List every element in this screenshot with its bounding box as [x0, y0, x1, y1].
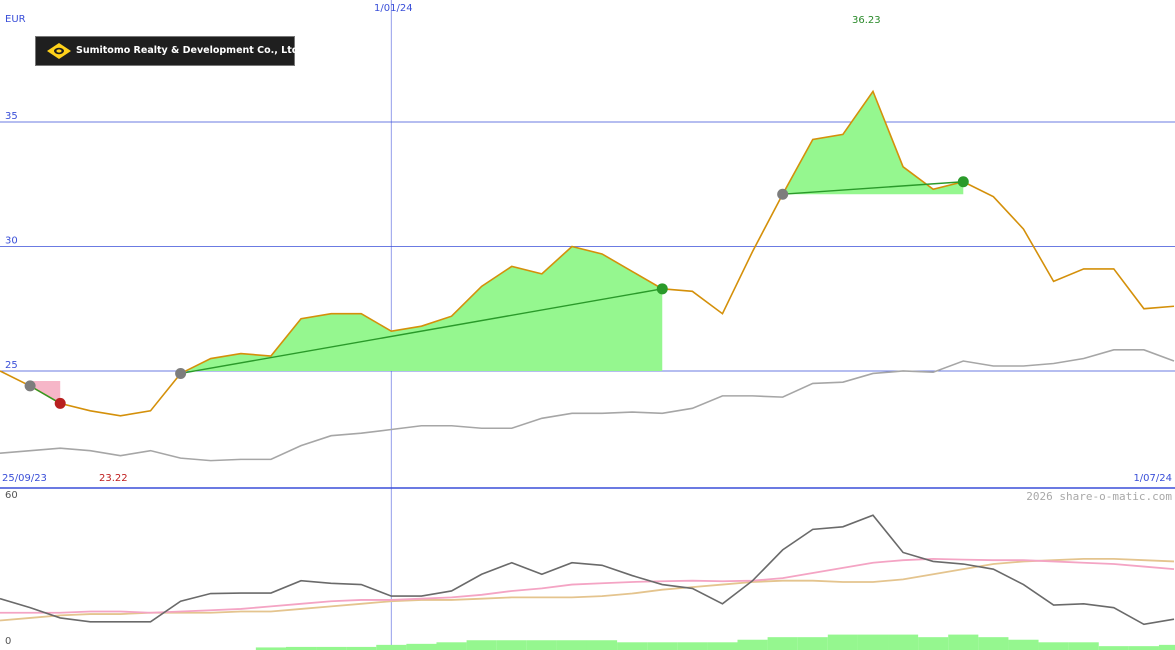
volume-bar	[526, 640, 557, 650]
volume-bar	[888, 634, 919, 650]
company-logo: Sumitomo Realty & Development Co., Ltd.	[35, 36, 302, 66]
volume-bar	[677, 642, 708, 650]
currency-label: EUR	[5, 14, 26, 25]
volume-bar	[406, 643, 437, 650]
trend-start-marker-1	[777, 188, 789, 200]
volume-bar	[948, 634, 979, 650]
volume-bar	[586, 640, 618, 650]
oscillator-panel	[0, 514, 1175, 650]
max-value-label: 36.23	[852, 15, 881, 26]
volume-bar	[496, 640, 527, 650]
volume-bar	[376, 644, 407, 650]
volume-bar	[1008, 639, 1039, 650]
volume-bar	[827, 634, 858, 650]
volume-bar	[918, 637, 949, 650]
volume-bar	[556, 640, 588, 650]
trend-end-marker-0	[656, 283, 668, 295]
volume-bar	[737, 639, 768, 650]
site-credit: 2026 share-o-matic.com	[1026, 490, 1172, 503]
volume-bar	[978, 637, 1009, 650]
trend-end-marker-2	[54, 397, 66, 409]
y-tick-label-25: 25	[5, 360, 18, 371]
logo-diamond-icon	[47, 43, 71, 59]
y-tick-label-35: 35	[5, 111, 18, 122]
mid-date-label: 1/01/24	[374, 3, 413, 14]
osc-top-label: 60	[5, 490, 18, 501]
chart: 25 30 35	[0, 0, 1175, 650]
volume-bar	[797, 637, 828, 650]
volume-bar	[857, 634, 889, 650]
trend-start-marker-2	[24, 380, 36, 392]
oscillator-line	[0, 514, 1175, 626]
volume-bar	[767, 637, 798, 650]
gain-region-1	[782, 91, 964, 195]
volume-bar	[1158, 644, 1175, 650]
volume-bar	[617, 642, 648, 650]
volume-bar	[1128, 646, 1159, 650]
volume-bar	[466, 640, 497, 650]
volume-bar	[1098, 646, 1129, 650]
price-panel: 25 30 35	[0, 0, 1175, 650]
volume-bar	[647, 642, 678, 650]
company-name: Sumitomo Realty & Development Co., Ltd.	[76, 45, 303, 56]
osc-bottom-label: 0	[5, 636, 12, 647]
min-value-label: 23.22	[99, 473, 128, 484]
volume-bar	[436, 642, 467, 650]
start-date-label: 25/09/23	[2, 473, 47, 484]
volume-bar	[1068, 642, 1099, 650]
trend-end-marker-1	[957, 176, 969, 188]
volume-bar	[707, 642, 738, 650]
trend-start-marker-0	[175, 367, 187, 379]
end-date-label: 1/07/24	[1133, 473, 1172, 484]
y-tick-label-30: 30	[5, 235, 18, 246]
volume-bar	[1038, 642, 1069, 650]
